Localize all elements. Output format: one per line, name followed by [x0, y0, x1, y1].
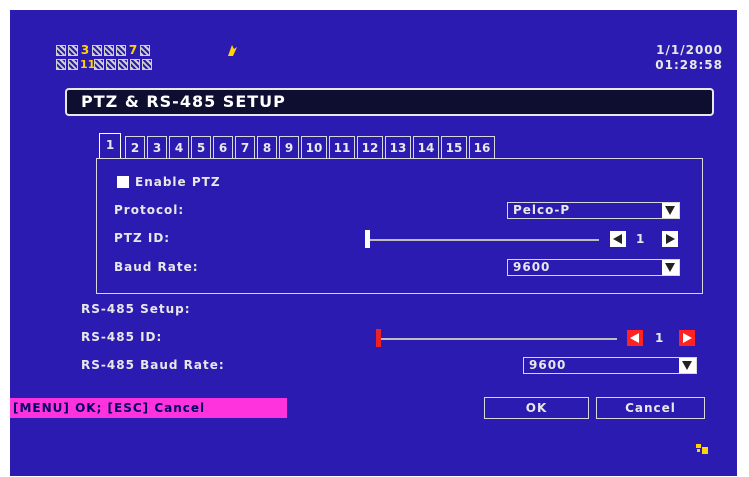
ptz-id-value: 1 [636, 232, 645, 246]
rs485-baud-rate-value: 9600 [529, 358, 567, 372]
rs485-id-slider-track[interactable] [380, 338, 617, 340]
chevron-down-icon[interactable] [662, 260, 679, 275]
channel-cell [68, 45, 78, 56]
protocol-label: Protocol: [114, 203, 185, 217]
ptz-id-label: PTZ ID: [114, 231, 171, 245]
enable-ptz-checkbox[interactable] [117, 176, 129, 188]
tab-7[interactable]: 7 [235, 136, 255, 159]
ptz-id-slider-thumb[interactable] [365, 230, 370, 248]
tab-1[interactable]: 1 [99, 133, 121, 159]
channel-cell [116, 45, 126, 56]
tab-4[interactable]: 4 [169, 136, 189, 159]
ok-button[interactable]: OK [484, 397, 589, 419]
rs485-id-value: 1 [655, 331, 664, 345]
baud-rate-label: Baud Rate: [114, 260, 199, 274]
date-display: 1/1/2000 [656, 43, 723, 57]
rs485-id-slider-thumb[interactable] [376, 329, 381, 347]
channel-cell [56, 45, 66, 56]
channel-cell [140, 45, 150, 56]
tab-14[interactable]: 14 [413, 136, 439, 159]
tab-8[interactable]: 8 [257, 136, 277, 159]
tab-11[interactable]: 11 [329, 136, 355, 159]
tab-12[interactable]: 12 [357, 136, 383, 159]
arrow-right-icon[interactable] [662, 231, 678, 247]
cancel-button[interactable]: Cancel [596, 397, 705, 419]
channel-cell [106, 59, 116, 70]
arrow-left-icon[interactable] [627, 330, 643, 346]
channel-cell [92, 45, 102, 56]
tab-5[interactable]: 5 [191, 136, 211, 159]
channel-cell-active: 7 [128, 43, 138, 57]
channel-cell [130, 59, 140, 70]
channel-cell [56, 59, 66, 70]
channel-cell-active: 11 [80, 58, 96, 71]
channel-cell-active: 3 [80, 43, 90, 57]
baud-rate-value: 9600 [513, 260, 551, 274]
rs485-id-label: RS-485 ID: [81, 330, 163, 344]
rs485-section-label: RS-485 Setup: [81, 302, 191, 316]
tab-15[interactable]: 15 [441, 136, 467, 159]
arrow-left-icon[interactable] [610, 231, 626, 247]
alarm-icon [228, 45, 237, 56]
arrow-right-icon[interactable] [679, 330, 695, 346]
tab-9[interactable]: 9 [279, 136, 299, 159]
protocol-select[interactable]: Pelco-P [507, 202, 680, 219]
network-icon [696, 444, 708, 454]
ptz-id-slider-track[interactable] [368, 239, 599, 241]
tab-13[interactable]: 13 [385, 136, 411, 159]
key-hint: [MENU] OK; [ESC] Cancel [10, 398, 287, 418]
tab-10[interactable]: 10 [301, 136, 327, 159]
tab-2[interactable]: 2 [125, 136, 145, 159]
channel-cell [68, 59, 78, 70]
chevron-down-icon[interactable] [662, 203, 679, 218]
channel-cell [142, 59, 152, 70]
protocol-value: Pelco-P [513, 203, 571, 217]
rs485-baud-rate-select[interactable]: 9600 [523, 357, 697, 374]
dvr-screen: 3 7 11 1/1/2000 01:28:58 PTZ & RS-485 SE… [10, 10, 737, 476]
page-title: PTZ & RS-485 SETUP [65, 88, 714, 116]
chevron-down-icon[interactable] [679, 358, 696, 373]
enable-ptz-label: Enable PTZ [135, 175, 221, 189]
channel-cell [118, 59, 128, 70]
channel-cell [94, 59, 104, 70]
tab-6[interactable]: 6 [213, 136, 233, 159]
rs485-baud-rate-label: RS-485 Baud Rate: [81, 358, 225, 372]
tab-16[interactable]: 16 [469, 136, 495, 159]
channel-cell [104, 45, 114, 56]
time-display: 01:28:58 [655, 58, 723, 72]
baud-rate-select[interactable]: 9600 [507, 259, 680, 276]
tab-3[interactable]: 3 [147, 136, 167, 159]
